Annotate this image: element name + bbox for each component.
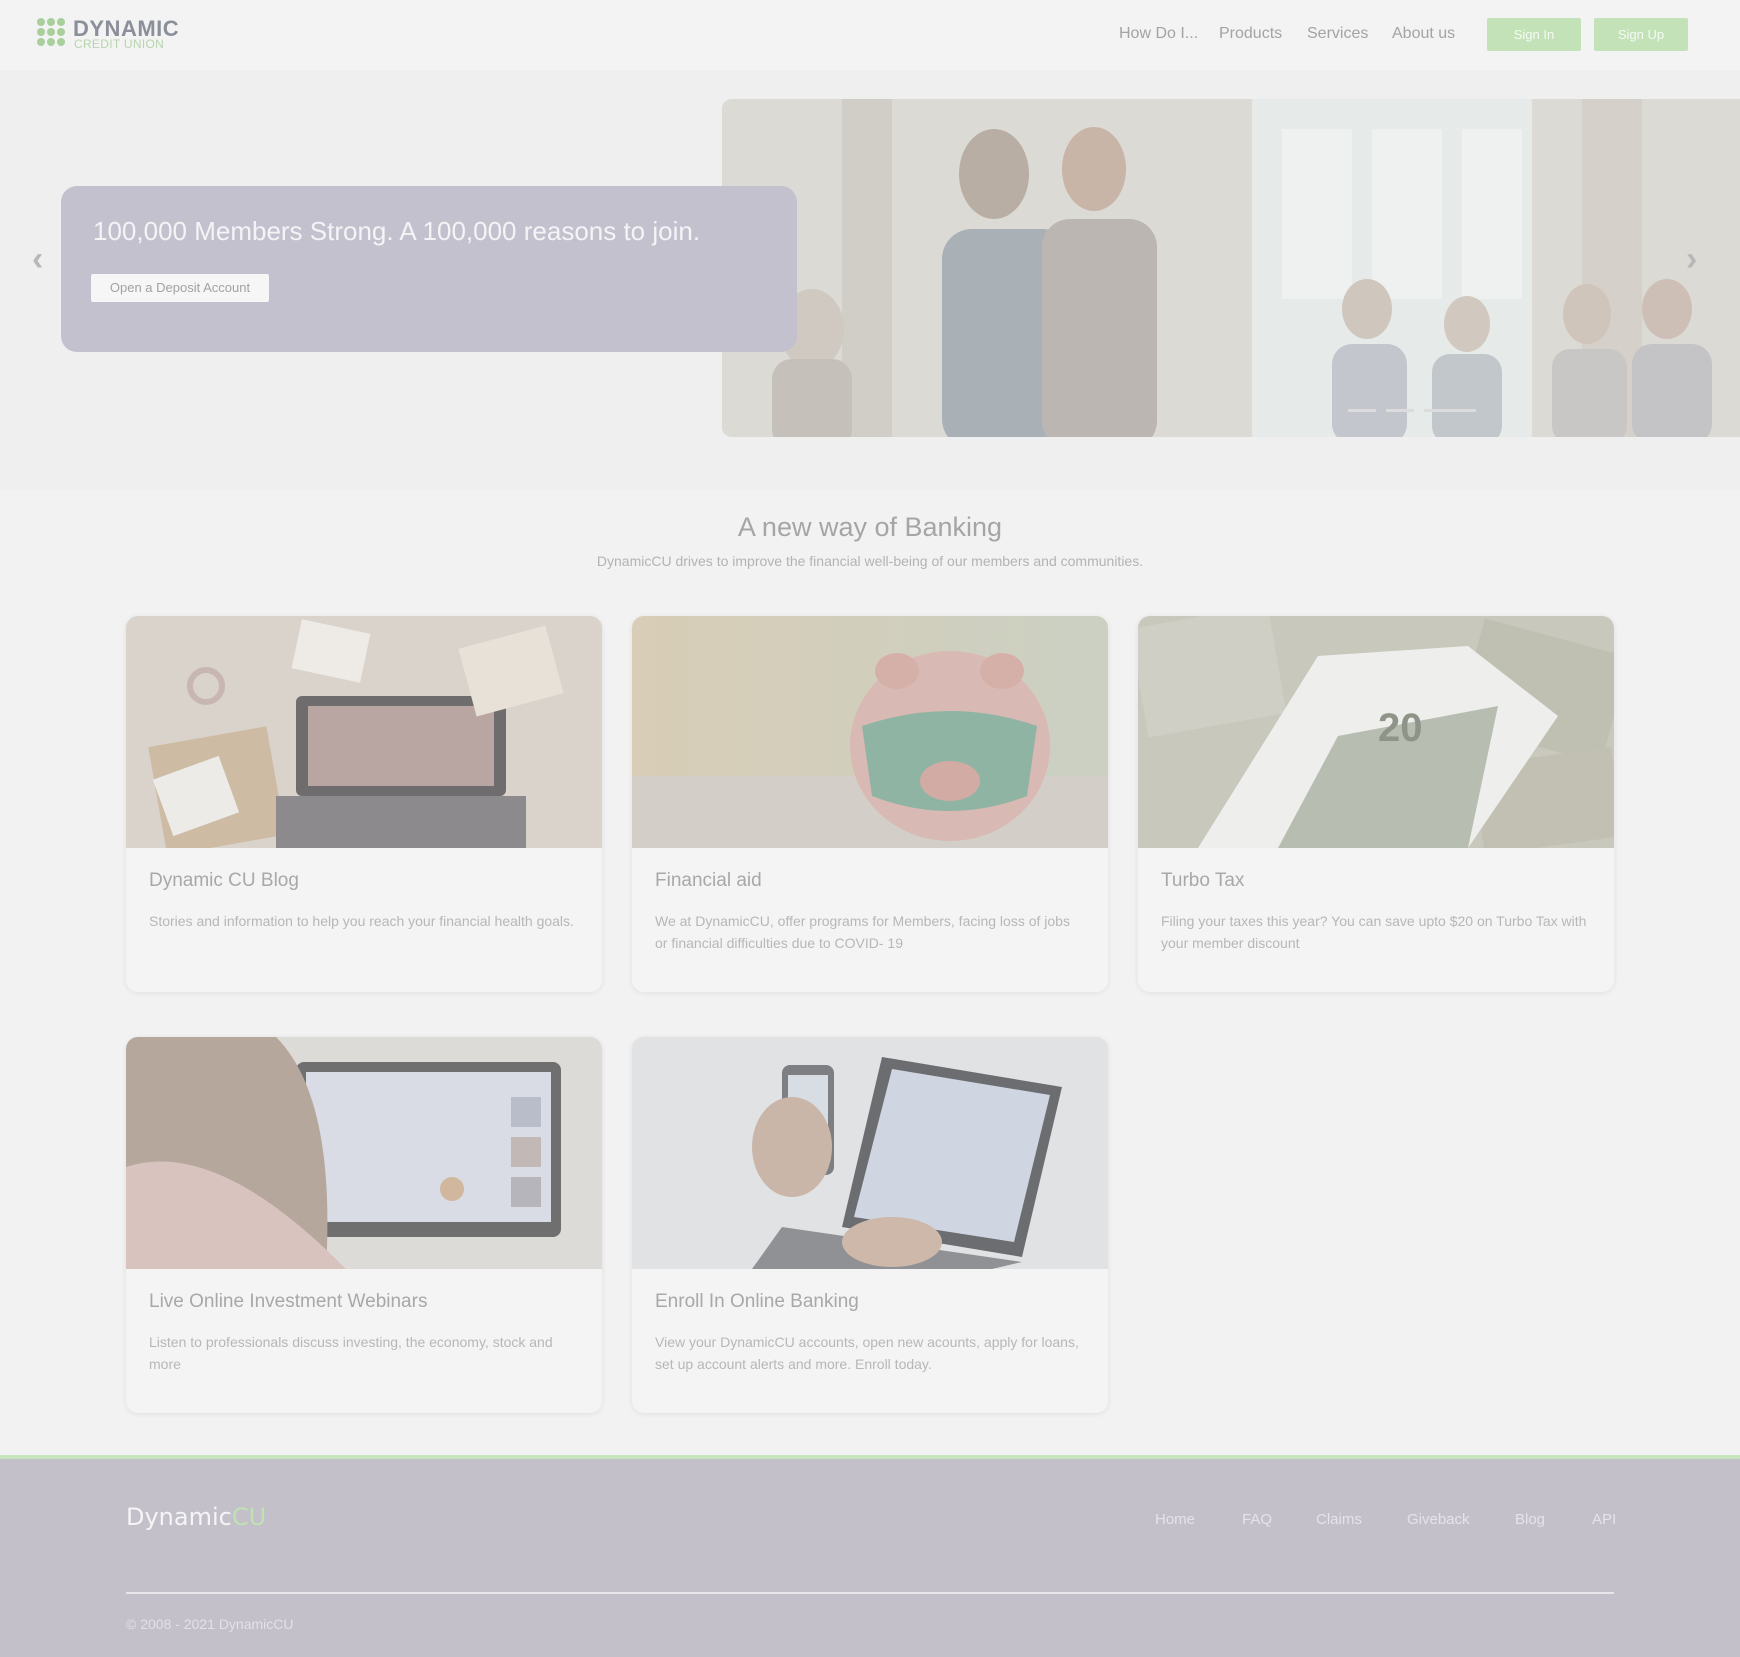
card-text: Filing your taxes this year? You can sav… xyxy=(1161,913,1587,951)
carousel-prev-icon[interactable]: ‹ xyxy=(32,240,43,279)
card-title: Dynamic CU Blog xyxy=(149,870,299,891)
card-blog[interactable]: Dynamic CU Blog Stories and information … xyxy=(126,616,602,992)
sign-up-button[interactable]: Sign Up xyxy=(1594,18,1688,51)
logo-mark-icon xyxy=(37,18,69,50)
footer-brand-main: Dynamic xyxy=(126,1503,232,1531)
nav-services[interactable]: Services xyxy=(1307,25,1368,43)
card-online-banking[interactable]: Enroll In Online Banking View your Dynam… xyxy=(632,1037,1108,1413)
nav-about-us[interactable]: About us xyxy=(1392,25,1455,43)
footer-link-home[interactable]: Home xyxy=(1155,1511,1195,1528)
copyright: © 2008 - 2021 DynamicCU xyxy=(126,1616,294,1632)
nav-products[interactable]: Products xyxy=(1219,25,1282,43)
section-subtitle: DynamicCU drives to improve the financia… xyxy=(596,553,1144,569)
card-title: Financial aid xyxy=(655,870,762,891)
footer-brand[interactable]: DynamicCU xyxy=(126,1503,266,1531)
section-title: A new way of Banking xyxy=(737,512,1003,542)
footer-link-blog[interactable]: Blog xyxy=(1515,1511,1545,1528)
card-turbo-tax-image: 20 xyxy=(1138,616,1614,848)
open-deposit-account-button[interactable]: Open a Deposit Account xyxy=(91,274,269,302)
card-turbo-tax[interactable]: 20 Turbo Tax Filing your taxes this year… xyxy=(1138,616,1614,992)
card-financial-aid[interactable]: Financial aid We at DynamicCU, offer pro… xyxy=(632,616,1108,992)
svg-text:20: 20 xyxy=(1378,706,1423,750)
footer-link-api[interactable]: API xyxy=(1592,1511,1616,1528)
card-text: View your DynamicCU accounts, open new a… xyxy=(655,1334,1079,1372)
hero-carousel: 100,000 Members Strong. A 100,000 reason… xyxy=(0,70,1740,490)
site-header: DYNAMIC CREDIT UNION How Do I... Product… xyxy=(0,0,1740,70)
card-title: Live Online Investment Webinars xyxy=(149,1291,428,1312)
hero-image xyxy=(722,99,1740,437)
card-title: Enroll In Online Banking xyxy=(655,1291,859,1312)
hero-headline: 100,000 Members Strong. A 100,000 reason… xyxy=(93,216,701,246)
card-text: We at DynamicCU, offer programs for Memb… xyxy=(655,913,1070,951)
carousel-indicator-2[interactable] xyxy=(1386,409,1414,412)
card-text: Listen to professionals discuss investin… xyxy=(149,1334,553,1372)
footer-link-claims[interactable]: Claims xyxy=(1316,1511,1362,1528)
card-webinars[interactable]: Live Online Investment Webinars Listen t… xyxy=(126,1037,602,1413)
card-blog-image xyxy=(126,616,602,848)
logo[interactable]: DYNAMIC CREDIT UNION xyxy=(37,16,197,52)
sign-in-button[interactable]: Sign In xyxy=(1487,18,1581,51)
footer-link-giveback[interactable]: Giveback xyxy=(1407,1511,1470,1528)
footer-divider xyxy=(126,1592,1614,1594)
hero-caption-box: 100,000 Members Strong. A 100,000 reason… xyxy=(61,186,797,352)
card-online-banking-image xyxy=(632,1037,1108,1269)
nav-how-do-i[interactable]: How Do I... xyxy=(1119,25,1198,43)
footer-brand-accent: CU xyxy=(231,1503,267,1531)
card-text: Stories and information to help you reac… xyxy=(149,913,574,929)
site-footer: DynamicCU Home FAQ Claims Giveback Blog … xyxy=(0,1459,1740,1657)
footer-link-faq[interactable]: FAQ xyxy=(1242,1511,1272,1528)
card-title: Turbo Tax xyxy=(1161,870,1245,891)
carousel-next-icon[interactable]: › xyxy=(1686,240,1697,279)
carousel-indicator-1[interactable] xyxy=(1348,409,1376,412)
card-webinars-image xyxy=(126,1037,602,1269)
card-financial-aid-image xyxy=(632,616,1108,848)
carousel-indicator-4[interactable] xyxy=(1448,409,1476,412)
logo-subtitle: CREDIT UNION xyxy=(74,37,165,51)
